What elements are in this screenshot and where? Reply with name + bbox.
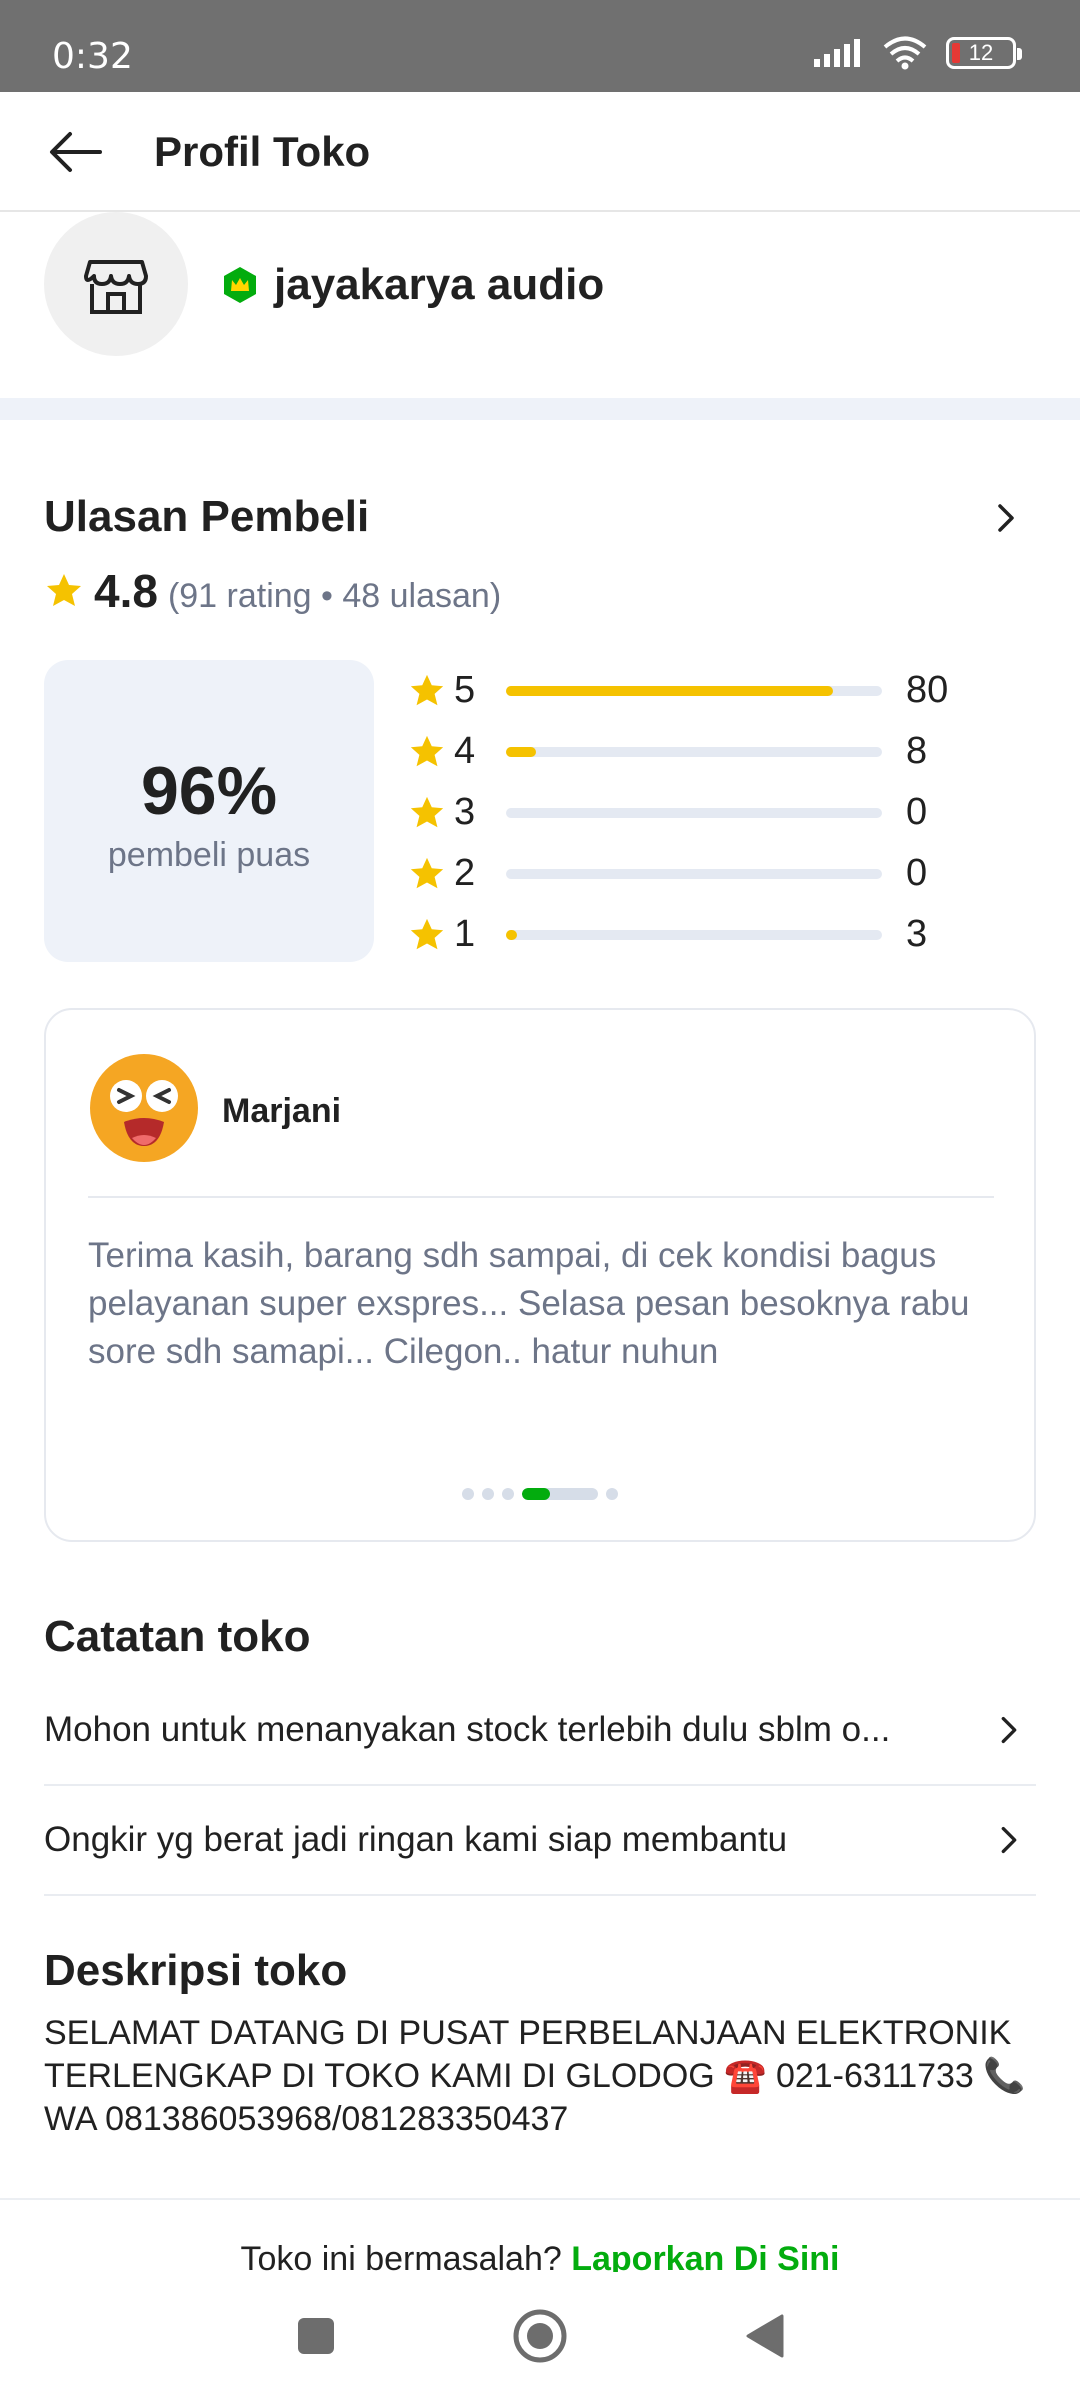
shop-name-row: jayakarya audio (220, 260, 604, 310)
rating-count: 0 (906, 791, 928, 833)
carousel-dot (462, 1488, 474, 1500)
star-icon (410, 796, 444, 827)
page-title: Profil Toko (154, 128, 371, 175)
rating-row-1: 13 (408, 904, 1028, 965)
rating-star-label: 1 (454, 913, 476, 955)
rating-bar (506, 868, 882, 879)
note-text: Mohon untuk menanyakan stock terlebih du… (44, 1710, 891, 1749)
note-item[interactable]: Mohon untuk menanyakan stock terlebih du… (44, 1676, 1036, 1786)
star-icon (47, 574, 81, 606)
status-time: 0:32 (52, 36, 133, 77)
section-separator (0, 398, 1080, 420)
battery-icon: 12 (946, 37, 1022, 69)
description-text: SELAMAT DATANG DI PUSAT PERBELANJAAN ELE… (44, 2014, 1026, 2138)
card-divider (88, 1196, 994, 1198)
notes-title: Catatan toko (44, 1612, 311, 1661)
chevron-right-icon[interactable] (986, 498, 1026, 538)
reviews-title[interactable]: Ulasan Pembeli (44, 492, 369, 542)
rating-count: 8 (906, 730, 928, 772)
rating-value: 4.8 (94, 565, 158, 617)
footer-divider (0, 2198, 1080, 2200)
home-button[interactable] (508, 2304, 572, 2368)
recent-apps-button[interactable] (284, 2304, 348, 2368)
shop-avatar (44, 212, 188, 356)
store-icon (84, 260, 148, 314)
signal-icon (814, 39, 860, 67)
rating-star-label: 2 (454, 852, 476, 894)
satisfaction-percent: 96% (140, 753, 278, 829)
chevron-right-icon (1001, 1716, 1017, 1744)
rating-bar (506, 929, 882, 940)
description-title: Deskripsi toko (44, 1946, 348, 1995)
rating-detail: (91 rating • 48 ulasan) (167, 577, 502, 615)
back-button[interactable] (732, 2304, 796, 2368)
satisfaction-box: 96% pembeli puas (44, 660, 374, 962)
system-nav-bar (0, 2272, 1080, 2400)
star-icon (410, 674, 444, 705)
app-header: Profil Toko (0, 92, 1080, 212)
rating-count: 0 (906, 852, 928, 894)
rating-bar (506, 807, 882, 818)
rating-bar (506, 685, 882, 696)
rating-row-4: 48 (408, 721, 1028, 782)
official-badge-icon (224, 267, 256, 303)
carousel-dot-active (522, 1488, 598, 1500)
wifi-icon (883, 36, 927, 70)
rating-row-3: 30 (408, 782, 1028, 843)
rating-bar-fill (506, 685, 834, 696)
back-triangle-icon (746, 2314, 784, 2358)
rating-count: 3 (906, 913, 928, 955)
satisfaction-label: pembeli puas (107, 836, 311, 874)
star-icon (410, 857, 444, 888)
rating-summary: 4.8 (91 rating • 48 ulasan) (44, 564, 501, 618)
status-icons: 12 (812, 36, 1022, 70)
shop-name: jayakarya audio (274, 260, 605, 309)
reviewer-avatar (90, 1054, 198, 1162)
carousel-dot (482, 1488, 494, 1500)
review-text: Terima kasih, barang sdh sampai, di cek … (88, 1236, 970, 1371)
status-bar: 0:32 12 (0, 0, 1080, 92)
note-item[interactable]: Ongkir yg berat jadi ringan kami siap me… (44, 1786, 1036, 1896)
rating-bar-fill (506, 746, 537, 757)
rating-star-label: 3 (454, 791, 476, 833)
carousel-dot (502, 1488, 514, 1500)
rating-row-5: 5 80 (408, 660, 1028, 721)
rating-bar-fill (506, 929, 518, 940)
carousel-dot (606, 1488, 618, 1500)
square-icon (298, 2318, 334, 2354)
chevron-right-icon (1001, 1826, 1017, 1854)
reviewer-name: Marjani (222, 1092, 342, 1130)
star-icon (410, 918, 444, 949)
rating-star-label: 5 (454, 669, 476, 711)
star-icon (410, 735, 444, 766)
rating-star-label: 4 (454, 730, 476, 772)
home-circle-icon (513, 2309, 567, 2363)
carousel-indicator (46, 1488, 1034, 1500)
review-card[interactable]: Marjani Terima kasih, barang sdh sampai,… (44, 1008, 1036, 1542)
rating-count: 80 (906, 669, 949, 711)
rating-bar (506, 746, 882, 757)
back-arrow-icon[interactable] (44, 120, 108, 184)
rating-distribution: 5 80 4 8 3 0 2 0 1 3 (408, 660, 1028, 965)
rating-row-2: 20 (408, 843, 1028, 904)
battery-level: 12 (968, 40, 994, 65)
note-text: Ongkir yg berat jadi ringan kami siap me… (44, 1820, 788, 1859)
